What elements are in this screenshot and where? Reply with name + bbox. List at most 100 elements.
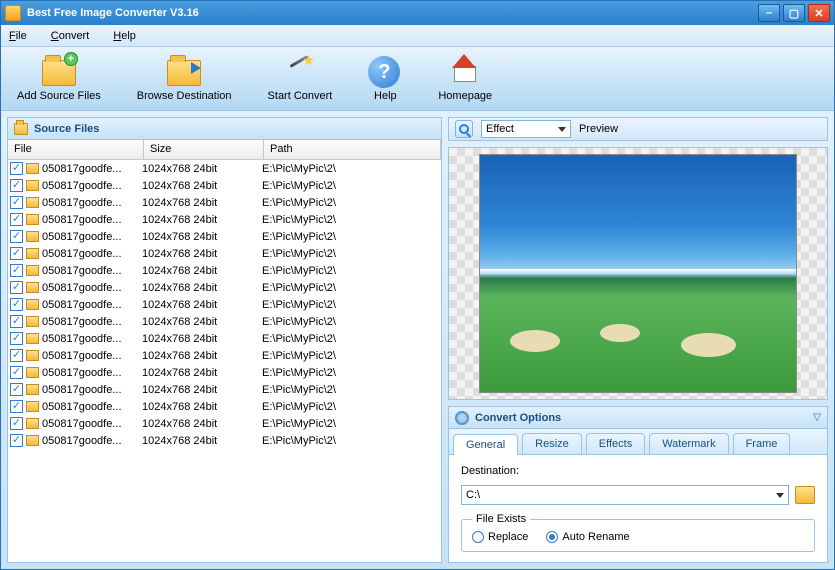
cell-file: 050817goodfe... bbox=[42, 231, 142, 243]
destination-label: Destination: bbox=[461, 465, 815, 477]
table-row[interactable]: ✓050817goodfe...1024x768 24bitE:\Pic\MyP… bbox=[8, 432, 441, 449]
table-row[interactable]: ✓050817goodfe...1024x768 24bitE:\Pic\MyP… bbox=[8, 245, 441, 262]
row-checkbox[interactable]: ✓ bbox=[10, 366, 23, 379]
tab-resize[interactable]: Resize bbox=[522, 433, 582, 454]
row-checkbox[interactable]: ✓ bbox=[10, 196, 23, 209]
row-checkbox[interactable]: ✓ bbox=[10, 247, 23, 260]
tab-effects[interactable]: Effects bbox=[586, 433, 645, 454]
table-row[interactable]: ✓050817goodfe...1024x768 24bitE:\Pic\MyP… bbox=[8, 364, 441, 381]
cell-size: 1024x768 24bit bbox=[142, 401, 262, 413]
table-row[interactable]: ✓050817goodfe...1024x768 24bitE:\Pic\MyP… bbox=[8, 177, 441, 194]
row-checkbox[interactable]: ✓ bbox=[10, 281, 23, 294]
table-row[interactable]: ✓050817goodfe...1024x768 24bitE:\Pic\MyP… bbox=[8, 211, 441, 228]
browse-folder-button[interactable] bbox=[795, 486, 815, 504]
cell-size: 1024x768 24bit bbox=[142, 180, 262, 192]
cell-path: E:\Pic\MyPic\2\ bbox=[262, 163, 439, 175]
file-icon bbox=[26, 333, 39, 344]
homepage-button[interactable]: Homepage bbox=[432, 54, 498, 104]
table-row[interactable]: ✓050817goodfe...1024x768 24bitE:\Pic\MyP… bbox=[8, 262, 441, 279]
row-checkbox[interactable]: ✓ bbox=[10, 417, 23, 430]
destination-combo[interactable]: C:\ bbox=[461, 485, 789, 505]
cell-path: E:\Pic\MyPic\2\ bbox=[262, 214, 439, 226]
cell-size: 1024x768 24bit bbox=[142, 316, 262, 328]
row-checkbox[interactable]: ✓ bbox=[10, 162, 23, 175]
radio-replace[interactable]: Replace bbox=[472, 531, 528, 543]
tab-general[interactable]: General bbox=[453, 434, 518, 455]
browse-destination-button[interactable]: Browse Destination bbox=[131, 54, 238, 104]
menu-file[interactable]: File bbox=[9, 30, 27, 42]
maximize-button[interactable]: ▢ bbox=[783, 4, 805, 22]
cell-file: 050817goodfe... bbox=[42, 418, 142, 430]
cell-file: 050817goodfe... bbox=[42, 350, 142, 362]
tab-general-content: Destination: C:\ File Exists bbox=[449, 455, 827, 562]
cell-size: 1024x768 24bit bbox=[142, 248, 262, 260]
col-size[interactable]: Size bbox=[144, 140, 264, 159]
table-row[interactable]: ✓050817goodfe...1024x768 24bitE:\Pic\MyP… bbox=[8, 228, 441, 245]
table-row[interactable]: ✓050817goodfe...1024x768 24bitE:\Pic\MyP… bbox=[8, 296, 441, 313]
wand-icon bbox=[283, 56, 313, 86]
cell-path: E:\Pic\MyPic\2\ bbox=[262, 401, 439, 413]
cell-size: 1024x768 24bit bbox=[142, 435, 262, 447]
table-row[interactable]: ✓050817goodfe...1024x768 24bitE:\Pic\MyP… bbox=[8, 330, 441, 347]
preview-image bbox=[479, 154, 797, 393]
cell-size: 1024x768 24bit bbox=[142, 350, 262, 362]
zoom-button[interactable] bbox=[455, 120, 473, 138]
cell-path: E:\Pic\MyPic\2\ bbox=[262, 180, 439, 192]
cell-size: 1024x768 24bit bbox=[142, 163, 262, 175]
col-file[interactable]: File bbox=[8, 140, 144, 159]
collapse-icon[interactable]: ▽ bbox=[813, 412, 821, 423]
cell-size: 1024x768 24bit bbox=[142, 282, 262, 294]
row-checkbox[interactable]: ✓ bbox=[10, 349, 23, 362]
table-row[interactable]: ✓050817goodfe...1024x768 24bitE:\Pic\MyP… bbox=[8, 194, 441, 211]
arrow-right-icon bbox=[191, 62, 201, 74]
table-row[interactable]: ✓050817goodfe...1024x768 24bitE:\Pic\MyP… bbox=[8, 160, 441, 177]
dropdown-icon bbox=[776, 493, 784, 498]
row-checkbox[interactable]: ✓ bbox=[10, 179, 23, 192]
cell-size: 1024x768 24bit bbox=[142, 384, 262, 396]
row-checkbox[interactable]: ✓ bbox=[10, 383, 23, 396]
table-row[interactable]: ✓050817goodfe...1024x768 24bitE:\Pic\MyP… bbox=[8, 398, 441, 415]
table-row[interactable]: ✓050817goodfe...1024x768 24bitE:\Pic\MyP… bbox=[8, 279, 441, 296]
row-checkbox[interactable]: ✓ bbox=[10, 230, 23, 243]
row-checkbox[interactable]: ✓ bbox=[10, 332, 23, 345]
row-checkbox[interactable]: ✓ bbox=[10, 264, 23, 277]
menu-help[interactable]: Help bbox=[113, 30, 136, 42]
start-convert-button[interactable]: Start Convert bbox=[262, 54, 339, 104]
table-row[interactable]: ✓050817goodfe...1024x768 24bitE:\Pic\MyP… bbox=[8, 347, 441, 364]
add-source-files-button[interactable]: + Add Source Files bbox=[11, 54, 107, 104]
cell-path: E:\Pic\MyPic\2\ bbox=[262, 282, 439, 294]
minimize-button[interactable]: – bbox=[758, 4, 780, 22]
cell-path: E:\Pic\MyPic\2\ bbox=[262, 367, 439, 379]
file-list[interactable]: ✓050817goodfe...1024x768 24bitE:\Pic\MyP… bbox=[8, 160, 441, 562]
file-icon bbox=[26, 418, 39, 429]
row-checkbox[interactable]: ✓ bbox=[10, 298, 23, 311]
cell-file: 050817goodfe... bbox=[42, 197, 142, 209]
home-icon bbox=[448, 56, 480, 82]
row-checkbox[interactable]: ✓ bbox=[10, 400, 23, 413]
table-row[interactable]: ✓050817goodfe...1024x768 24bitE:\Pic\MyP… bbox=[8, 313, 441, 330]
dropdown-icon bbox=[558, 127, 566, 132]
file-icon bbox=[26, 401, 39, 412]
file-icon bbox=[26, 214, 39, 225]
col-path[interactable]: Path bbox=[264, 140, 441, 159]
close-button[interactable]: ✕ bbox=[808, 4, 830, 22]
file-icon bbox=[26, 350, 39, 361]
file-icon bbox=[26, 180, 39, 191]
file-icon bbox=[26, 435, 39, 446]
row-checkbox[interactable]: ✓ bbox=[10, 434, 23, 447]
table-row[interactable]: ✓050817goodfe...1024x768 24bitE:\Pic\MyP… bbox=[8, 415, 441, 432]
source-files-header: Source Files bbox=[8, 118, 441, 140]
cell-path: E:\Pic\MyPic\2\ bbox=[262, 248, 439, 260]
radio-auto-rename[interactable]: Auto Rename bbox=[546, 531, 629, 543]
window-title: Best Free Image Converter V3.16 bbox=[27, 7, 199, 19]
folder-icon bbox=[14, 123, 28, 135]
tab-watermark[interactable]: Watermark bbox=[649, 433, 728, 454]
tab-frame[interactable]: Frame bbox=[733, 433, 791, 454]
effect-combo[interactable]: Effect bbox=[481, 120, 571, 138]
cell-size: 1024x768 24bit bbox=[142, 197, 262, 209]
row-checkbox[interactable]: ✓ bbox=[10, 213, 23, 226]
menu-convert[interactable]: Convert bbox=[51, 30, 90, 42]
help-button[interactable]: ? Help bbox=[362, 54, 408, 104]
row-checkbox[interactable]: ✓ bbox=[10, 315, 23, 328]
table-row[interactable]: ✓050817goodfe...1024x768 24bitE:\Pic\MyP… bbox=[8, 381, 441, 398]
